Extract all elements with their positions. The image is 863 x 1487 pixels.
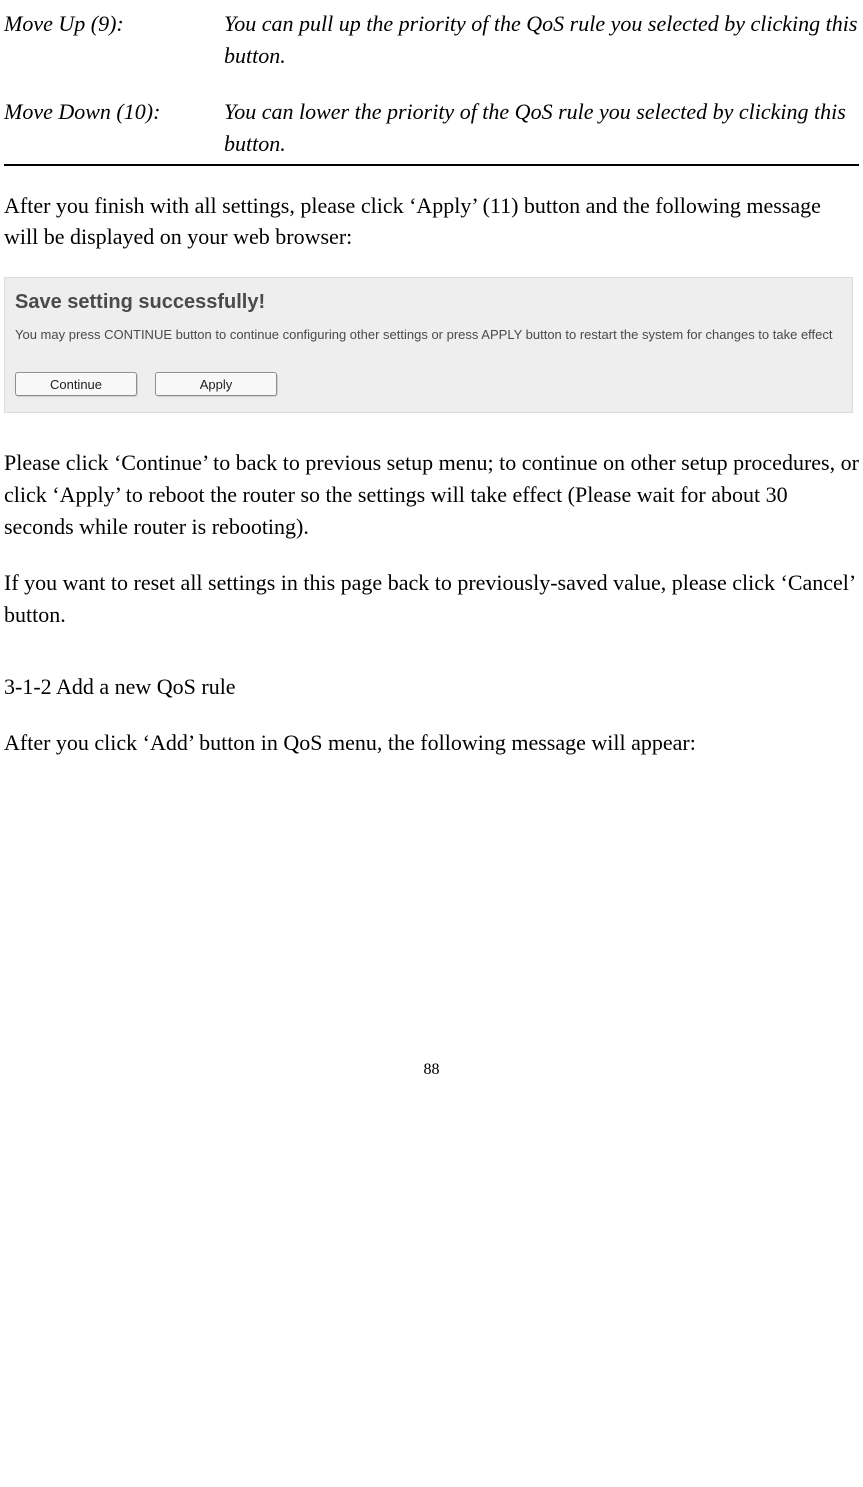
apply-button[interactable]: Apply xyxy=(155,372,277,396)
save-settings-dialog: Save setting successfully! You may press… xyxy=(4,277,853,413)
paragraph: After you finish with all settings, plea… xyxy=(4,190,859,254)
definition-label: Move Down (10): xyxy=(4,96,224,164)
section-heading: 3-1-2 Add a new QoS rule xyxy=(4,671,859,703)
definition-description: You can pull up the priority of the QoS … xyxy=(224,8,859,96)
definition-table: Move Up (9): You can pull up the priorit… xyxy=(4,8,859,164)
definition-row: Move Up (9): You can pull up the priorit… xyxy=(4,8,859,96)
horizontal-rule xyxy=(4,164,859,166)
definition-row: Move Down (10): You can lower the priori… xyxy=(4,96,859,164)
paragraph: After you click ‘Add’ button in QoS menu… xyxy=(4,727,859,759)
definition-label: Move Up (9): xyxy=(4,8,224,96)
continue-button[interactable]: Continue xyxy=(15,372,137,396)
dialog-button-row: Continue Apply xyxy=(15,372,842,396)
definition-description: You can lower the priority of the QoS ru… xyxy=(224,96,859,164)
dialog-message: You may press CONTINUE button to continu… xyxy=(15,327,842,344)
dialog-title: Save setting successfully! xyxy=(15,288,842,317)
paragraph: Please click ‘Continue’ to back to previ… xyxy=(4,447,859,543)
page-number: 88 xyxy=(4,1058,859,1081)
paragraph: If you want to reset all settings in thi… xyxy=(4,567,859,631)
